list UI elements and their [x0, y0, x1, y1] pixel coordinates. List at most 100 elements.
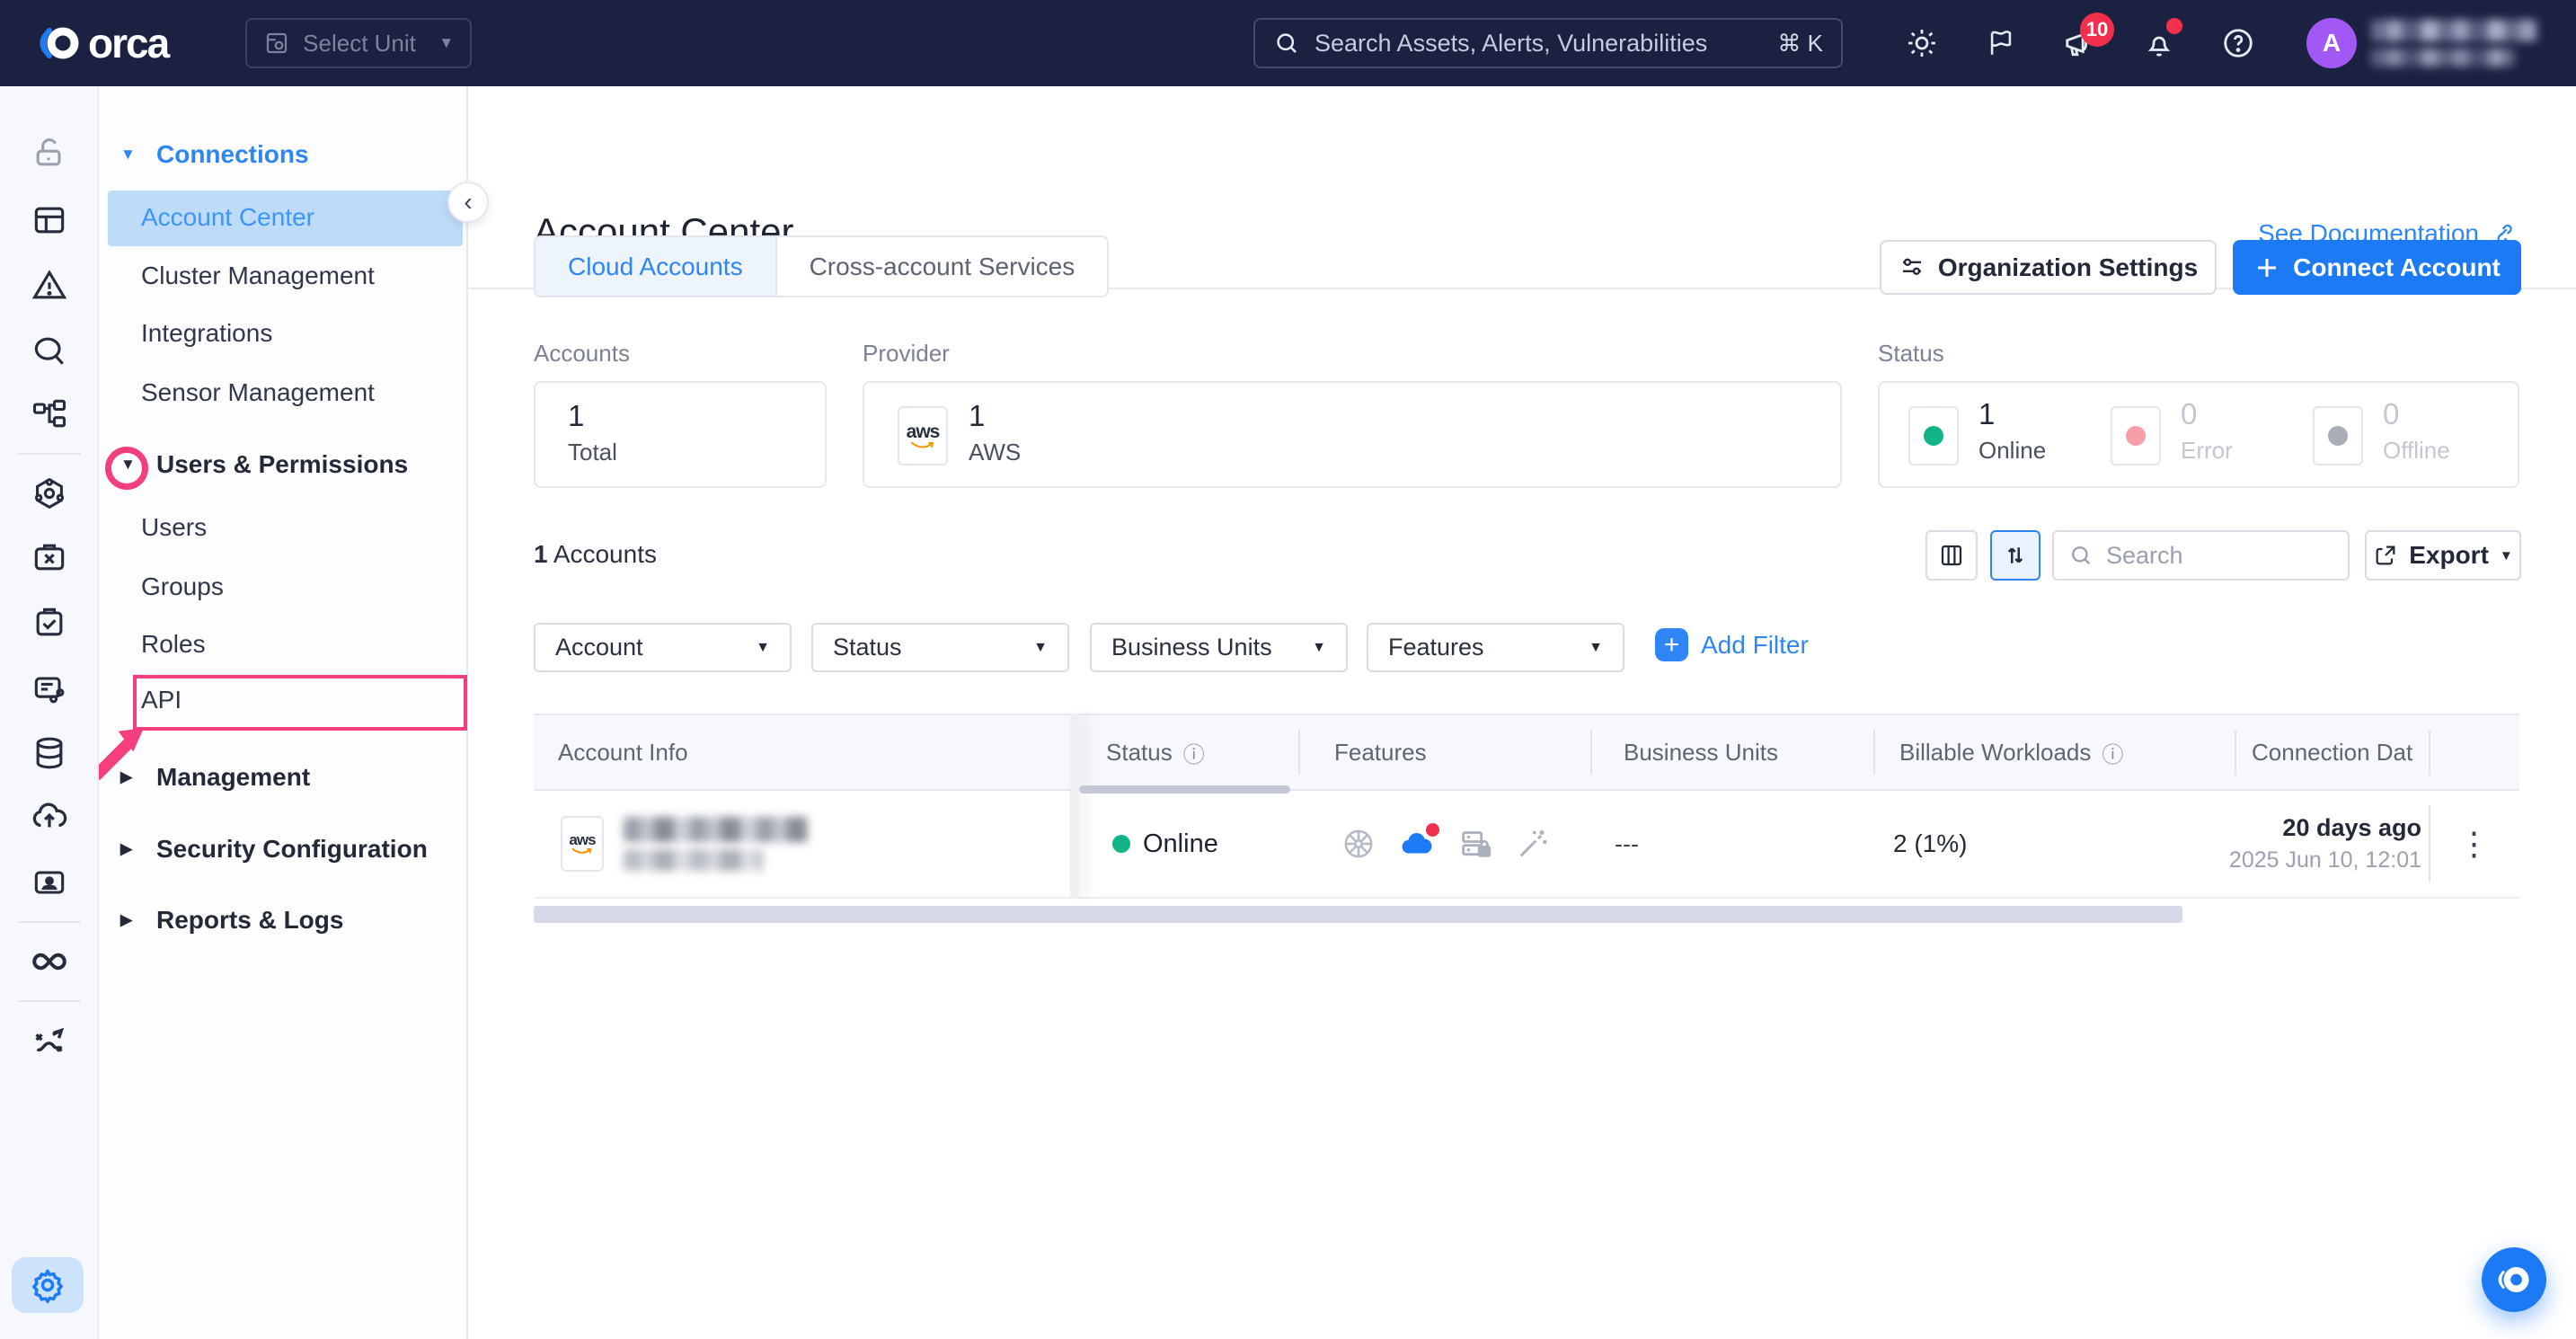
kubernetes-helm-icon[interactable] [1341, 826, 1377, 862]
nav-item-account-center-selected[interactable]: Account Center [108, 191, 463, 246]
table-search[interactable] [2052, 530, 2350, 581]
export-button[interactable]: Export ▼ [2365, 530, 2521, 581]
caret-down-icon: ▼ [1589, 640, 1603, 656]
sort-button[interactable] [1990, 530, 2040, 581]
global-search-input[interactable] [1315, 30, 1763, 58]
organization-settings-button[interactable]: Organization Settings [1880, 240, 2217, 295]
bell-icon[interactable] [2139, 23, 2179, 63]
tab-cloud-accounts[interactable]: Cloud Accounts [536, 237, 775, 296]
redacted-account-name [624, 817, 808, 842]
nav-section-users-permissions[interactable]: ▼ Users & Permissions [120, 450, 408, 479]
avatar-initial: A [2323, 29, 2341, 58]
caret-down-icon: ▼ [120, 456, 140, 474]
unlock-icon[interactable] [28, 131, 71, 174]
caret-right-icon: ▶ [120, 911, 140, 929]
filter-account[interactable]: Account▼ [534, 623, 792, 672]
stat-label-provider: Provider [863, 340, 950, 368]
column-header-billable-workloads[interactable]: Billable Workloadsⓘ [1873, 715, 2123, 789]
inventory-sitemap-icon[interactable] [28, 393, 71, 436]
nav-section-security-configuration[interactable]: ▶ Security Configuration [120, 835, 428, 864]
nav-section-connections[interactable]: ▼ Connections [120, 140, 309, 169]
magic-wand-icon[interactable] [1515, 826, 1551, 862]
organization-settings-label: Organization Settings [1938, 253, 2198, 282]
online-dot-chip [1908, 406, 1959, 466]
identity-card-icon[interactable] [28, 861, 71, 904]
caret-down-icon: ▼ [1312, 640, 1326, 656]
toolbox-x-icon[interactable] [28, 536, 71, 579]
add-filter-button[interactable]: + Add Filter [1655, 628, 1809, 661]
accounts-count-label: Accounts [548, 540, 657, 568]
shift-left-infinity-icon[interactable] [28, 940, 71, 983]
alerts-triangle-icon[interactable] [28, 264, 71, 307]
select-unit-label: Select Unit [303, 30, 416, 58]
nav-item-users[interactable]: Users [141, 513, 207, 542]
database-icon[interactable] [28, 732, 71, 775]
info-icon[interactable]: ⓘ [2102, 737, 2123, 768]
table-row[interactable]: aws Online [534, 791, 2519, 899]
nav-section-management[interactable]: ▶ Management [120, 763, 310, 792]
column-header-actions [2429, 715, 2519, 789]
column-header-account-info[interactable]: Account Info [558, 715, 688, 789]
integrations-mesh-icon[interactable] [28, 472, 71, 515]
export-icon [2373, 543, 2398, 568]
dashboard-icon[interactable] [28, 199, 71, 242]
cloud-feature-wrap[interactable] [1398, 825, 1436, 863]
help-icon[interactable] [2218, 23, 2258, 63]
filter-features[interactable]: Features ▼ [1367, 623, 1624, 672]
compliance-check-icon[interactable] [28, 601, 71, 644]
filter-label: Features [1388, 634, 1484, 661]
columns-toggle-button[interactable] [1925, 530, 1978, 581]
select-unit-dropdown[interactable]: Select Unit ▼ [245, 18, 472, 68]
column-header-features[interactable]: Features [1298, 715, 1427, 789]
column-header-business-units[interactable]: Business Units [1590, 715, 1778, 789]
nav-collapse-button[interactable]: ‹ [447, 182, 489, 223]
server-lock-icon[interactable] [1457, 826, 1493, 862]
stat-label-accounts: Accounts [534, 340, 630, 368]
table-search-input[interactable] [2106, 542, 2333, 570]
tab-cross-account-services[interactable]: Cross-account Services [775, 237, 1108, 296]
search-icon [2068, 543, 2094, 568]
nav-item-groups[interactable]: Groups [141, 572, 224, 601]
nav-section-reports-logs[interactable]: ▶ Reports & Logs [120, 906, 343, 935]
search-rail-icon[interactable] [28, 329, 71, 372]
flag-icon[interactable] [1981, 23, 2021, 63]
top-header-bar: orca Select Unit ▼ ⌘ K [0, 0, 2576, 86]
connection-timestamp: 2025 Jun 10, 12:01 [2229, 847, 2421, 873]
kebab-menu-icon[interactable]: ⋮ [2458, 825, 2491, 863]
redacted-user-org [2371, 49, 2515, 67]
policy-flow-icon[interactable] [28, 667, 71, 710]
cloud-alert-dot [1426, 823, 1439, 837]
filter-status[interactable]: Status▼ [811, 623, 1069, 672]
error-dot-chip [2111, 406, 2161, 466]
bell-badge-dot [2166, 18, 2182, 34]
column-header-connection-date[interactable]: Connection Dat [2235, 715, 2429, 789]
plus-icon: + [1655, 628, 1688, 661]
nav-item-roles[interactable]: Roles [141, 630, 206, 659]
nav-item-integrations[interactable]: Integrations [141, 319, 272, 348]
filter-label: Status [833, 634, 902, 661]
settings-gear-button[interactable] [12, 1257, 84, 1313]
horizontal-scrollbar-thumb[interactable] [534, 906, 2182, 923]
status-online-value: 1 [1978, 397, 1995, 431]
orca-logo[interactable]: orca [38, 19, 168, 67]
account-info-cell: aws [561, 791, 808, 897]
attack-path-strategy-icon[interactable] [28, 1019, 71, 1062]
avatar[interactable]: A [2306, 18, 2357, 68]
column-scroll-indicator[interactable] [1079, 785, 1290, 794]
offline-dot-chip [2313, 406, 2363, 466]
connect-account-label: Connect Account [2293, 253, 2501, 282]
orca-assistant-fab[interactable] [2482, 1247, 2546, 1312]
connect-account-button[interactable]: Connect Account [2233, 240, 2521, 295]
theme-sun-icon[interactable] [1902, 23, 1942, 63]
info-icon[interactable]: ⓘ [1183, 737, 1205, 768]
cloud-upload-icon[interactable] [28, 795, 71, 838]
column-header-status[interactable]: Statusⓘ [1106, 715, 1205, 789]
filter-label: Account [555, 634, 643, 661]
nav-item-sensor-management[interactable]: Sensor Management [141, 378, 375, 407]
filter-business-units[interactable]: Business Units▼ [1090, 623, 1348, 672]
nav-item-cluster-management[interactable]: Cluster Management [141, 262, 375, 290]
error-dot [2126, 426, 2146, 446]
global-search[interactable]: ⌘ K [1253, 18, 1843, 68]
megaphone-icon[interactable]: 10 [2060, 23, 2100, 63]
nav-item-api[interactable]: API [141, 686, 181, 714]
